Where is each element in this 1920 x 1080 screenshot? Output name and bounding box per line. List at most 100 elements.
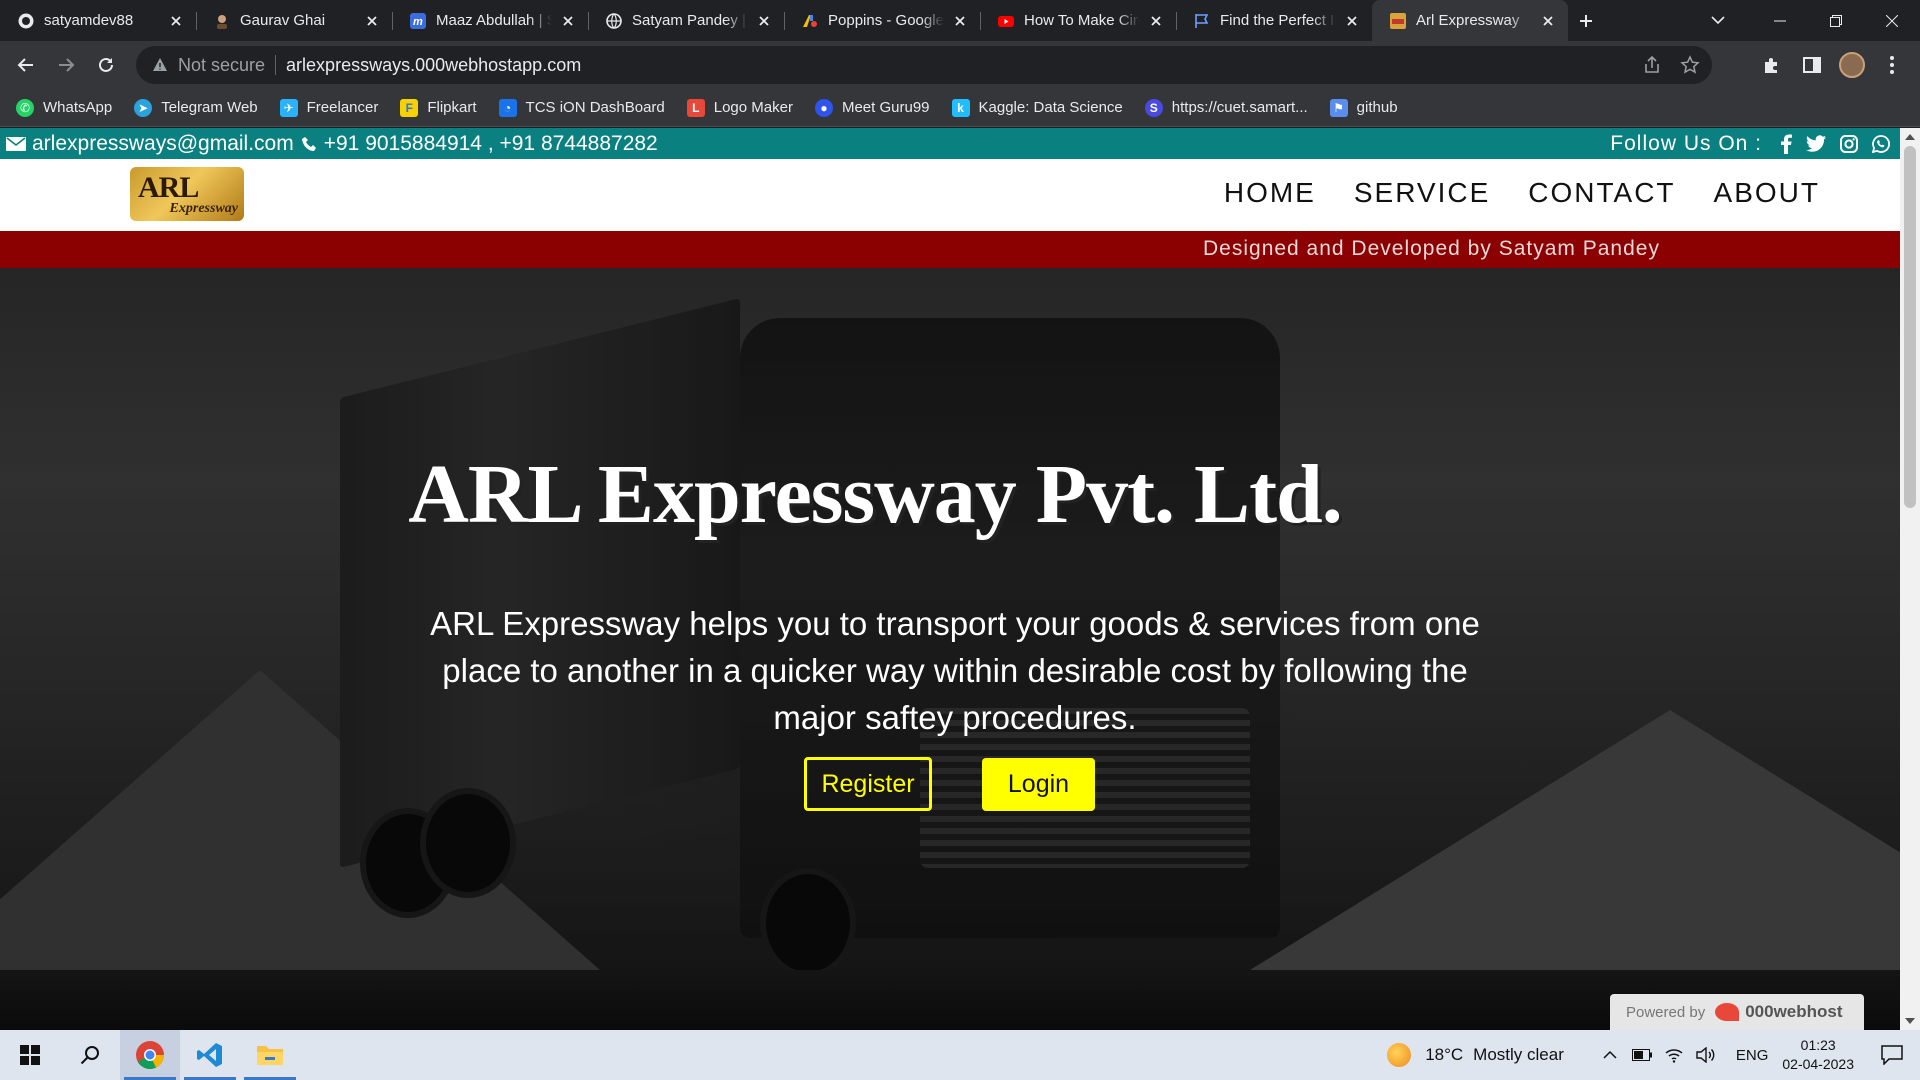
contact-email[interactable]: arlexpressways@gmail.com	[32, 132, 294, 156]
weather-temperature: 18°C	[1425, 1045, 1464, 1064]
tab-search-button[interactable]	[1706, 8, 1730, 32]
battery-icon	[1631, 1049, 1652, 1061]
search-button[interactable]	[60, 1030, 120, 1080]
close-tab-icon[interactable]	[1148, 13, 1164, 29]
webhost-logo: 000webhost	[1715, 1002, 1843, 1022]
nav-about[interactable]: ABOUT	[1714, 177, 1820, 209]
browser-tab[interactable]: Arl Expressway	[1372, 0, 1568, 41]
close-tab-icon[interactable]	[364, 13, 380, 29]
address-bar[interactable]: Not secure arlexpressways.000webhostapp.…	[136, 46, 1712, 84]
browser-tab[interactable]: Find the Perfect Ic	[1176, 0, 1372, 41]
bookmark-item[interactable]: ● Meet Guru99	[814, 98, 930, 117]
bookmark-item[interactable]: L Logo Maker	[686, 98, 793, 117]
webhost-brand: 000webhost	[1745, 1002, 1843, 1021]
start-button[interactable]	[0, 1030, 60, 1080]
reload-button[interactable]	[86, 45, 126, 85]
profile-button[interactable]	[1832, 45, 1872, 85]
browser-tab[interactable]: satyamdev88	[0, 0, 196, 41]
bookmark-item[interactable]: F Flipkart	[400, 98, 477, 117]
battery-button[interactable]	[1628, 1041, 1656, 1069]
bookmark-label: https://cuet.samart...	[1171, 99, 1308, 116]
browser-tab[interactable]: Satyam Pandey | V	[588, 0, 784, 41]
nav-contact[interactable]: CONTACT	[1528, 177, 1675, 209]
twitter-icon[interactable]	[1806, 134, 1826, 153]
bookmark-item[interactable]: ✈ Freelancer	[279, 98, 378, 117]
avatar-icon	[214, 13, 230, 29]
weather-widget[interactable]: 18°C Mostly clear	[1387, 1043, 1564, 1067]
bookmark-star-icon[interactable]	[1680, 55, 1700, 75]
tab-strip: satyamdev88 Gaurav Ghai m Maaz Abdullah | S…	[0, 0, 1920, 41]
volume-button[interactable]	[1692, 1041, 1720, 1069]
contact-phones[interactable]: +91 9015884914 , +91 8744887282	[324, 132, 658, 156]
scroll-down-arrow[interactable]	[1905, 1018, 1915, 1024]
bookmark-item[interactable]: ➤ Telegram Web	[134, 98, 258, 117]
scroll-up-arrow[interactable]	[1905, 134, 1915, 140]
contact-info: arlexpressways@gmail.com +91 9015884914 …	[6, 132, 658, 156]
show-hidden-icons-button[interactable]	[1596, 1041, 1624, 1069]
weather-condition: Mostly clear	[1473, 1045, 1564, 1064]
browser-tab[interactable]: Poppins - Google	[784, 0, 980, 41]
back-button[interactable]	[6, 45, 46, 85]
notifications-button[interactable]	[1878, 1041, 1906, 1069]
guru99-icon: ●	[814, 98, 833, 117]
bookmark-item[interactable]: ◔ TCS iON DashBoard	[498, 98, 665, 117]
browser-tab[interactable]: m Maaz Abdullah | S	[392, 0, 588, 41]
close-tab-icon[interactable]	[168, 13, 184, 29]
security-label[interactable]: Not secure	[178, 55, 265, 76]
restore-button[interactable]	[1808, 0, 1864, 41]
side-panel-icon	[1803, 57, 1821, 73]
close-tab-icon[interactable]	[1540, 13, 1556, 29]
nav-home[interactable]: HOME	[1224, 177, 1316, 209]
credit-text: Designed and Developed by Satyam Pandey	[1203, 237, 1660, 260]
url-text[interactable]: arlexpressways.000webhostapp.com	[286, 55, 581, 76]
scroll-thumb[interactable]	[1904, 146, 1916, 508]
hero-description: ARL Expressway helps you to transport yo…	[430, 605, 1480, 736]
logo-maker-icon: L	[686, 98, 705, 117]
close-tab-icon[interactable]	[952, 13, 968, 29]
browser-tab[interactable]: How To Make Circ	[980, 0, 1176, 41]
bookmark-item[interactable]: k Kaggle: Data Science	[951, 98, 1123, 117]
side-panel-button[interactable]	[1792, 45, 1832, 85]
network-button[interactable]	[1660, 1041, 1688, 1069]
close-tab-icon[interactable]	[560, 13, 576, 29]
bookmark-item[interactable]: ✆ WhatsApp	[16, 98, 112, 117]
flipkart-icon: F	[400, 98, 419, 117]
whatsapp-icon[interactable]	[1872, 134, 1890, 153]
close-tab-icon[interactable]	[1344, 13, 1360, 29]
close-window-button[interactable]	[1864, 0, 1920, 41]
menu-button[interactable]	[1872, 45, 1912, 85]
google-fonts-icon	[802, 13, 818, 29]
taskbar-vscode[interactable]	[180, 1030, 240, 1080]
clock[interactable]: 01:23 02-04-2023	[1782, 1036, 1854, 1074]
close-tab-icon[interactable]	[756, 13, 772, 29]
taskbar-chrome[interactable]	[120, 1030, 180, 1080]
extensions-button[interactable]	[1752, 45, 1792, 85]
powered-by-badge[interactable]: Powered by 000webhost	[1610, 994, 1864, 1030]
bookmarks-bar: ✆ WhatsApp ➤ Telegram Web ✈ Freelancer F Flipka…	[0, 89, 1920, 127]
reload-icon	[99, 57, 113, 72]
page-scrollbar[interactable]	[1900, 128, 1920, 1030]
tab-title: Poppins - Google	[828, 12, 944, 29]
register-button[interactable]: Register	[804, 757, 932, 811]
site-logo[interactable]: ARL Expressway	[130, 167, 244, 221]
language-indicator[interactable]: ENG	[1736, 1047, 1769, 1064]
share-icon[interactable]	[1642, 55, 1662, 75]
kebab-menu-icon	[1890, 56, 1894, 74]
omnibox-actions	[1642, 55, 1700, 75]
facebook-icon[interactable]	[1780, 134, 1792, 154]
flag-icon: ⚑	[1329, 98, 1348, 117]
login-button[interactable]: Login	[982, 758, 1095, 811]
minimize-button[interactable]	[1752, 0, 1808, 41]
forward-button[interactable]	[46, 45, 86, 85]
bookmark-item[interactable]: ⚑ github	[1329, 98, 1398, 117]
tcs-icon: ◔	[498, 98, 517, 117]
windows-icon	[20, 1045, 40, 1065]
taskbar-file-explorer[interactable]	[240, 1030, 300, 1080]
bookmark-item[interactable]: Shttps://cuet.samart...	[1144, 98, 1308, 117]
new-tab-button[interactable]	[1568, 0, 1604, 41]
freelancer-icon: ✈	[279, 98, 298, 117]
instagram-icon[interactable]	[1840, 134, 1858, 153]
nav-service[interactable]: SERVICE	[1354, 177, 1490, 209]
browser-tab[interactable]: Gaurav Ghai	[196, 0, 392, 41]
credit-bar: Designed and Developed by Satyam Pandey	[0, 231, 1900, 268]
